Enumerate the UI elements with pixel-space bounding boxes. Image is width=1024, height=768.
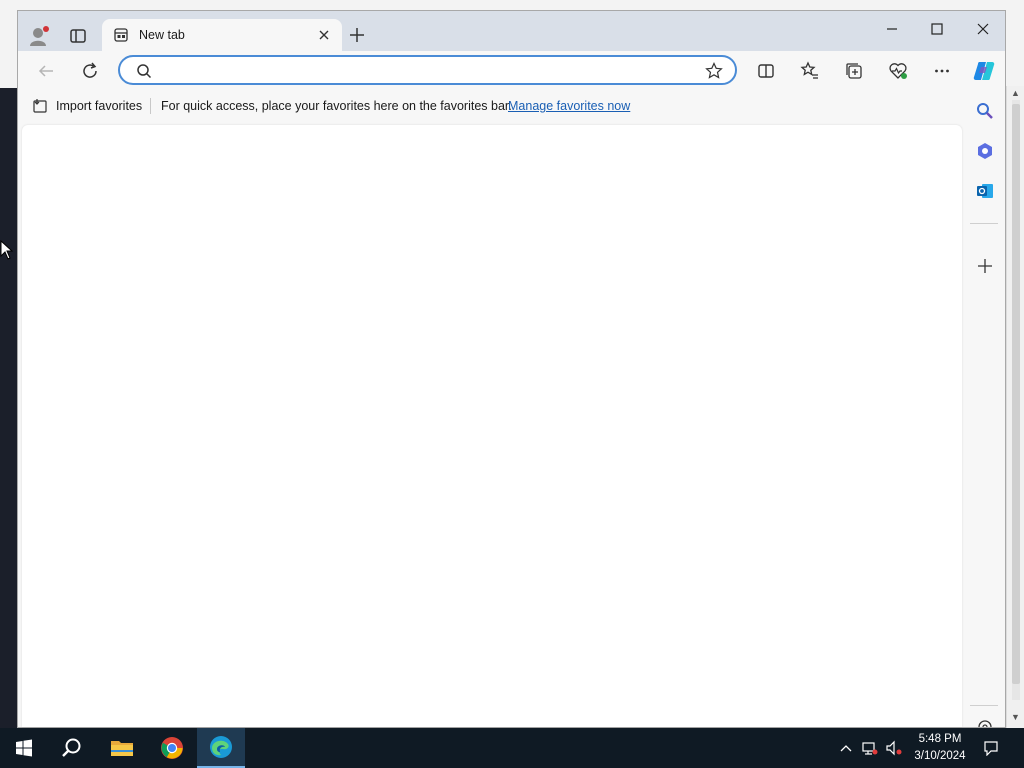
more-dots-icon bbox=[935, 69, 949, 73]
new-tab-button[interactable] bbox=[348, 26, 366, 44]
search-icon bbox=[137, 64, 152, 79]
notifications-icon[interactable] bbox=[983, 740, 999, 756]
tab-actions-icon[interactable] bbox=[68, 26, 88, 46]
edge-icon bbox=[210, 736, 232, 758]
close-window-icon[interactable] bbox=[973, 19, 993, 39]
new-tab-page-icon bbox=[114, 28, 128, 42]
manage-favorites-link[interactable]: Manage favorites now bbox=[508, 99, 630, 113]
clock-time: 5:48 PM bbox=[918, 733, 962, 745]
profile-icon[interactable] bbox=[28, 25, 50, 47]
collections-icon bbox=[846, 63, 862, 79]
sidebar-divider bbox=[970, 223, 998, 224]
start-button[interactable] bbox=[0, 728, 48, 768]
scroll-down-arrow-icon[interactable]: ▼ bbox=[1011, 712, 1020, 722]
favorites-bar: Import favorites For quick access, place… bbox=[18, 91, 962, 121]
sidebar-bottom-divider bbox=[970, 705, 998, 706]
copilot-icon bbox=[973, 61, 995, 81]
sidebar-settings-gear-icon[interactable] bbox=[975, 717, 995, 727]
address-bar[interactable] bbox=[118, 55, 737, 85]
add-favorite-star-icon[interactable] bbox=[705, 62, 723, 80]
taskbar-chrome[interactable] bbox=[148, 728, 196, 768]
sidebar-search-icon[interactable] bbox=[975, 101, 995, 121]
sidebar-add-icon[interactable] bbox=[975, 256, 995, 276]
browser-essentials-heart-icon bbox=[889, 63, 907, 79]
back-button[interactable] bbox=[34, 59, 58, 83]
scrollbar-thumb[interactable] bbox=[1012, 104, 1020, 684]
start-icon bbox=[16, 739, 32, 757]
taskbar-file-explorer[interactable] bbox=[98, 728, 146, 768]
split-screen-icon bbox=[758, 64, 774, 78]
browser-essentials-button[interactable] bbox=[886, 59, 910, 83]
title-bar: New tab bbox=[18, 11, 1005, 51]
clock-date: 3/10/2024 bbox=[914, 750, 966, 762]
file-explorer-icon bbox=[111, 741, 133, 756]
back-arrow-icon bbox=[38, 65, 53, 77]
background-scrollbar[interactable]: ▲ ▼ bbox=[1006, 86, 1024, 728]
taskbar: 5:48 PM 3/10/2024 bbox=[0, 728, 1024, 768]
copilot-button[interactable] bbox=[972, 59, 996, 83]
mouse-cursor-icon bbox=[0, 240, 14, 260]
maximize-icon[interactable] bbox=[927, 19, 947, 39]
favorites-bar-message: For quick access, place your favorites h… bbox=[161, 99, 512, 113]
volume-muted-icon[interactable] bbox=[886, 740, 902, 756]
settings-more-button[interactable] bbox=[930, 59, 954, 83]
close-tab-icon[interactable] bbox=[316, 27, 332, 43]
edge-sidebar bbox=[964, 91, 1005, 727]
favorites-list-icon bbox=[800, 61, 818, 79]
tab-new-tab[interactable]: New tab bbox=[102, 19, 342, 51]
sidebar-microsoft365-icon[interactable] bbox=[975, 141, 995, 161]
show-hidden-icons-chevron-up-icon[interactable] bbox=[838, 740, 854, 756]
address-input[interactable] bbox=[158, 61, 702, 81]
favorites-button[interactable] bbox=[798, 59, 822, 83]
taskbar-search-button[interactable] bbox=[48, 728, 96, 768]
split-screen-button[interactable] bbox=[754, 59, 778, 83]
browser-window: New tab Import favorites For quick acces… bbox=[17, 10, 1006, 728]
favorites-bar-divider bbox=[150, 98, 151, 114]
chrome-icon bbox=[161, 737, 183, 759]
refresh-icon bbox=[83, 62, 97, 78]
tab-title: New tab bbox=[139, 28, 185, 42]
collections-button[interactable] bbox=[842, 59, 866, 83]
minimize-icon[interactable] bbox=[882, 19, 902, 39]
import-favorites-button[interactable]: Import favorites bbox=[56, 99, 142, 113]
scroll-up-arrow-icon[interactable]: ▲ bbox=[1011, 88, 1020, 98]
toolbar bbox=[18, 51, 1005, 91]
taskbar-clock[interactable]: 5:48 PM 3/10/2024 bbox=[905, 731, 975, 765]
sidebar-outlook-icon[interactable] bbox=[975, 181, 995, 201]
import-favorites-icon[interactable] bbox=[32, 98, 48, 114]
taskbar-edge[interactable] bbox=[197, 728, 245, 768]
page-content[interactable] bbox=[22, 125, 962, 727]
refresh-button[interactable] bbox=[78, 59, 102, 83]
network-icon[interactable] bbox=[862, 740, 878, 756]
search-icon bbox=[62, 738, 81, 757]
